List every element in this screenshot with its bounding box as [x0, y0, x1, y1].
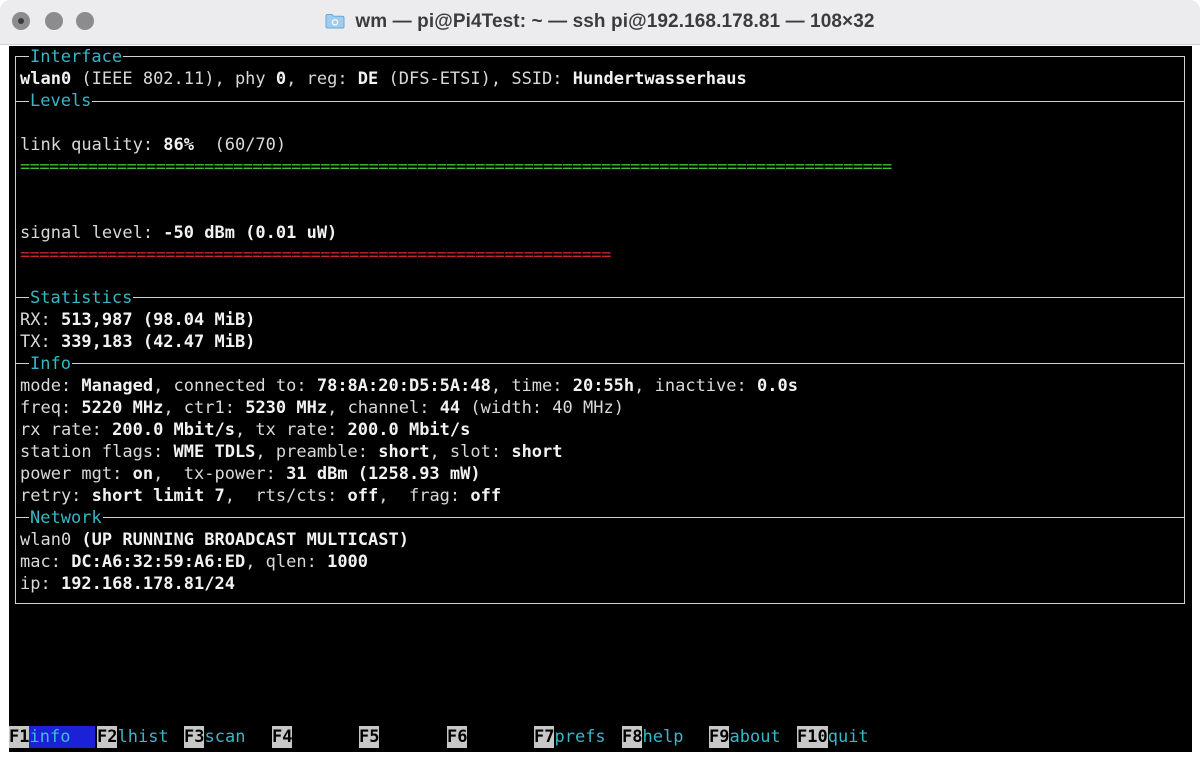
interface-name: wlan0: [20, 69, 72, 89]
info-rate-line: rx rate: 200.0 Mbit/s, tx rate: 200.0 Mb…: [20, 420, 471, 440]
phy-value: 0: [275, 69, 287, 89]
info-power-line: power mgt: on, tx-power: 31 dBm (1258.93…: [20, 464, 481, 484]
section-statistics-title: Statistics: [29, 287, 134, 309]
divider-statistics: [15, 297, 1185, 298]
signal-level-line: signal level: -50 dBm (0.01 uW): [20, 223, 338, 243]
fkey-f6[interactable]: F6: [447, 726, 468, 748]
info-freq-line: freq: 5220 MHz, ctr1: 5230 MHz, channel:…: [20, 398, 624, 418]
link-quality-percent: 86%: [163, 135, 195, 155]
network-flags-line: wlan0 (UP RUNNING BROADCAST MULTICAST): [20, 530, 409, 550]
signal-level-bar: ========================================…: [20, 245, 611, 265]
fkey-f8-help[interactable]: F8 help: [622, 726, 683, 748]
interface-line: wlan0 (IEEE 802.11), phy 0, reg: DE (DFS…: [20, 69, 747, 89]
link-quality-line: link quality: 86% (60/70): [20, 135, 287, 155]
divider-levels: [15, 101, 1185, 102]
function-key-bar: F1 info F2 lhist F3 scan F4 F5 F6 F7 prefs F…: [9, 726, 1192, 748]
signal-level-value: -50 dBm (0.01 uW): [163, 223, 338, 243]
fkey-f5[interactable]: F5: [359, 726, 380, 748]
fkey-f7-prefs[interactable]: F7 prefs: [534, 726, 606, 748]
network-mac-line: mac: DC:A6:32:59:A6:ED, qlen: 1000: [20, 552, 369, 572]
terminal-screen[interactable]: Interface Levels Statistics Info Network…: [9, 46, 1192, 752]
fkey-f9-about[interactable]: F9 about: [709, 726, 781, 748]
divider-info: [15, 363, 1185, 364]
fkey-f2-lhist[interactable]: F2 lhist: [97, 726, 169, 748]
window-title: wm — pi@Pi4Test: ~ — ssh pi@192.168.178.…: [355, 11, 875, 32]
window-title-area: wm — pi@Pi4Test: ~ — ssh pi@192.168.178.…: [0, 0, 1200, 44]
tx-value: 339,183 (42.47 MiB): [60, 332, 256, 352]
folder-icon: [325, 14, 345, 29]
rx-line: RX: 513,987 (98.04 MiB): [20, 310, 256, 330]
ssid-value: Hundertwasserhaus: [572, 69, 747, 89]
info-mode-line: mode: Managed, connected to: 78:8A:20:D5…: [20, 376, 798, 396]
fkey-f3-scan[interactable]: F3 scan: [184, 726, 245, 748]
section-network-title: Network: [29, 507, 103, 529]
fkey-f4[interactable]: F4: [272, 726, 293, 748]
fkey-f1-info[interactable]: F1 info: [9, 726, 96, 748]
section-interface-title: Interface: [29, 46, 124, 68]
divider-network: [15, 517, 1185, 518]
link-quality-bar: ========================================…: [20, 157, 892, 177]
info-flags-line: station flags: WME TDLS, preamble: short…: [20, 442, 563, 462]
rx-value: 513,987 (98.04 MiB): [60, 310, 256, 330]
window-titlebar: wm — pi@Pi4Test: ~ — ssh pi@192.168.178.…: [0, 0, 1200, 45]
section-info-title: Info: [29, 353, 72, 375]
fkey-f10-quit[interactable]: F10 quit: [797, 726, 869, 748]
tx-line: TX: 339,183 (42.47 MiB): [20, 332, 256, 352]
reg-value: DE: [357, 69, 379, 89]
info-retry-line: retry: short limit 7, rts/cts: off, frag…: [20, 486, 502, 506]
network-ip-line: ip: 192.168.178.81/24: [20, 574, 235, 594]
section-levels-title: Levels: [29, 90, 93, 112]
